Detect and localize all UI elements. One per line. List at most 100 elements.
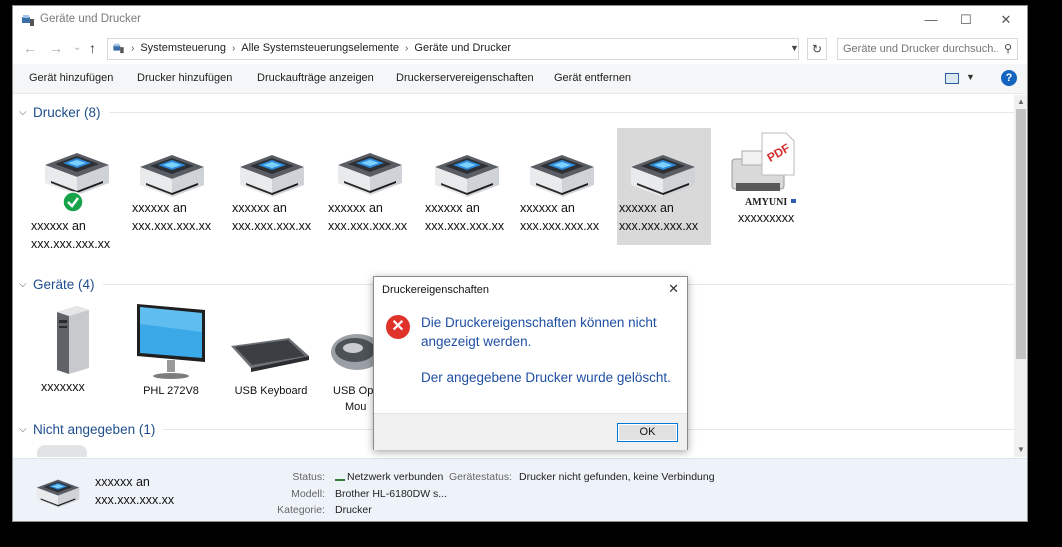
group-title-printers: Drucker (8): [33, 105, 101, 120]
change-view-icon[interactable]: [945, 73, 959, 84]
add-device-button[interactable]: Gerät hinzufügen: [29, 72, 113, 84]
printer-icon: [330, 143, 410, 203]
search-input[interactable]: [838, 39, 998, 59]
default-printer-check-icon: [62, 191, 84, 213]
category-value: Drucker: [335, 504, 372, 516]
printer-name: xxxxxx an: [619, 201, 674, 215]
breadcrumb-separator[interactable]: ›: [131, 43, 134, 54]
printer-address: xxx.xxx.xxx.xx: [232, 219, 312, 233]
printer-icon: [427, 145, 507, 205]
view-options-chevron-icon[interactable]: ▼: [966, 72, 975, 82]
refresh-icon[interactable]: ↻: [807, 38, 827, 60]
printer-name: xxxxxxxxx: [738, 211, 795, 225]
control-panel-icon: [113, 43, 124, 54]
printer-name: xxxxxx an: [31, 219, 86, 233]
search-icon[interactable]: ⚲: [1004, 42, 1012, 55]
details-name-line2: xxx.xxx.xxx.xx: [95, 493, 175, 507]
breadcrumb-geraete-und-drucker[interactable]: Geräte und Drucker: [414, 42, 511, 54]
pdf-printer-item[interactable]: PDF AMYUNI xxxxxxxxx: [718, 129, 818, 239]
printer-icon: [132, 145, 212, 205]
printer-item[interactable]: xxxxxx an xxx.xxx.xxx.xx: [130, 133, 226, 243]
printer-address: xxx.xxx.xxx.xx: [132, 219, 212, 233]
amyuni-logo-text: AMYUNI: [745, 197, 787, 208]
show-print-jobs-button[interactable]: Druckaufträge anzeigen: [257, 72, 374, 84]
dialog-close-button[interactable]: ✕: [668, 281, 679, 297]
breadcrumb-systemsteuerung[interactable]: Systemsteuerung: [140, 42, 226, 54]
up-arrow-icon[interactable]: ↑: [89, 40, 96, 56]
group-title-devices: Geräte (4): [33, 277, 95, 292]
printer-item[interactable]: xxxxxx an xxx.xxx.xxx.xx: [29, 133, 125, 253]
status-value-text: Netzwerk verbunden: [347, 471, 444, 483]
keyboard-icon: [231, 338, 309, 372]
vertical-scrollbar[interactable]: ▲ ▼: [1014, 95, 1027, 457]
print-server-properties-button[interactable]: Druckerservereigenschaften: [396, 72, 534, 84]
device-item[interactable]: USB Keyboard: [223, 302, 319, 402]
category-label: Kategorie:: [277, 504, 325, 516]
dialog-footer: OK: [374, 413, 687, 450]
breadcrumb-separator[interactable]: ›: [405, 43, 408, 54]
device-name: USB Keyboard: [234, 385, 308, 397]
printer-item[interactable]: xxxxxx an xxx.xxx.xxx.xx: [326, 133, 422, 243]
device-status-label: Gerätestatus:: [449, 471, 513, 483]
network-connected-icon: [335, 472, 345, 481]
group-header-printers[interactable]: ⌵ Drucker (8): [19, 105, 1014, 120]
printer-icon: [522, 145, 602, 205]
device-item[interactable]: xxxxxxx: [29, 302, 125, 402]
model-label: Modell:: [291, 488, 325, 500]
forward-arrow-icon[interactable]: →: [49, 40, 63, 56]
details-pane: xxxxxx an xxx.xxx.xxx.xx Status: Netzwer…: [13, 458, 1027, 521]
printer-name: xxxxxx an: [520, 201, 575, 215]
address-dropdown-chevron-icon[interactable]: ▼: [790, 43, 799, 53]
dialog-title: Druckereigenschaften: [382, 284, 490, 296]
scroll-down-arrow-icon[interactable]: ▼: [1017, 445, 1025, 454]
dialog-message: Die Druckereigenschaften können nicht an…: [421, 315, 657, 349]
printer-item[interactable]: xxxxxx an xxx.xxx.xxx.xx: [518, 133, 614, 243]
model-value: Brother HL-6180DW s...: [335, 488, 448, 500]
printer-address: xxx.xxx.xxx.xx: [425, 219, 505, 233]
address-row: ← → ⌄ ↑ › Systemsteuerung › Alle Systems…: [13, 36, 1027, 62]
back-arrow-icon[interactable]: ←: [23, 40, 37, 56]
printer-name: xxxxxx an: [132, 201, 187, 215]
printer-item-selected[interactable]: xxxxxx an xxx.xxx.xxx.xx: [617, 128, 711, 245]
breadcrumb-separator[interactable]: ›: [232, 43, 235, 54]
error-icon: ✕: [386, 315, 410, 339]
details-device-name: xxxxxx an xxx.xxx.xxx.xx: [95, 473, 174, 509]
scrollbar-thumb[interactable]: [1016, 109, 1026, 359]
recent-locations-chevron-icon[interactable]: ⌄: [73, 42, 81, 53]
devices-printers-app-icon: [22, 15, 34, 26]
scroll-up-arrow-icon[interactable]: ▲: [1017, 97, 1025, 106]
printer-address: xxx.xxx.xxx.xx: [520, 219, 600, 233]
ok-button[interactable]: OK: [617, 423, 678, 442]
add-printer-button[interactable]: Drucker hinzufügen: [137, 72, 232, 84]
printer-item[interactable]: xxxxxx an xxx.xxx.xxx.xx: [230, 133, 326, 243]
help-icon[interactable]: ?: [1001, 70, 1017, 86]
search-box[interactable]: ⚲: [837, 38, 1018, 60]
printer-icon: [232, 145, 312, 205]
device-status-value: Drucker nicht gefunden, keine Verbindung: [519, 471, 715, 483]
printer-icon: [623, 145, 703, 205]
device-name: xxxxxxx: [41, 380, 85, 394]
printer-name: xxxxxx an: [328, 201, 383, 215]
collapse-chevron-icon[interactable]: ⌵: [19, 107, 31, 118]
close-button[interactable]: ✕: [983, 6, 1027, 34]
pdf-printer-icon: PDF AMYUNI: [731, 132, 796, 208]
remove-device-button[interactable]: Gerät entfernen: [554, 72, 631, 84]
collapse-chevron-icon[interactable]: ⌵: [19, 424, 31, 435]
title-bar: Geräte und Drucker — ☐ ✕: [13, 6, 1027, 34]
printer-name: xxxxxx an: [425, 201, 480, 215]
printer-address: xxx.xxx.xxx.xx: [619, 219, 699, 233]
printer-name: xxxxxx an: [232, 201, 287, 215]
address-bar[interactable]: › Systemsteuerung › Alle Systemsteuerung…: [107, 38, 799, 60]
printer-address: xxx.xxx.xxx.xx: [328, 219, 408, 233]
printer-properties-error-dialog: Druckereigenschaften ✕ ✕ Die Druckereige…: [373, 276, 688, 450]
details-name-line1: xxxxxx an: [95, 475, 150, 489]
command-bar: Gerät hinzufügen Drucker hinzufügen Druc…: [13, 64, 1027, 94]
collapse-chevron-icon[interactable]: ⌵: [19, 279, 31, 290]
window-title: Geräte und Drucker: [40, 13, 141, 25]
group-title-unspecified: Nicht angegeben (1): [33, 422, 156, 437]
unspecified-device-icon-partial[interactable]: [37, 445, 87, 457]
printer-item[interactable]: xxxxxx an xxx.xxx.xxx.xx: [423, 133, 519, 243]
dialog-message-detail: Der angegebene Drucker wurde gelöscht.: [421, 370, 671, 385]
device-item[interactable]: PHL 272V8: [123, 302, 219, 402]
breadcrumb-alle-elemente[interactable]: Alle Systemsteuerungselemente: [241, 42, 399, 54]
